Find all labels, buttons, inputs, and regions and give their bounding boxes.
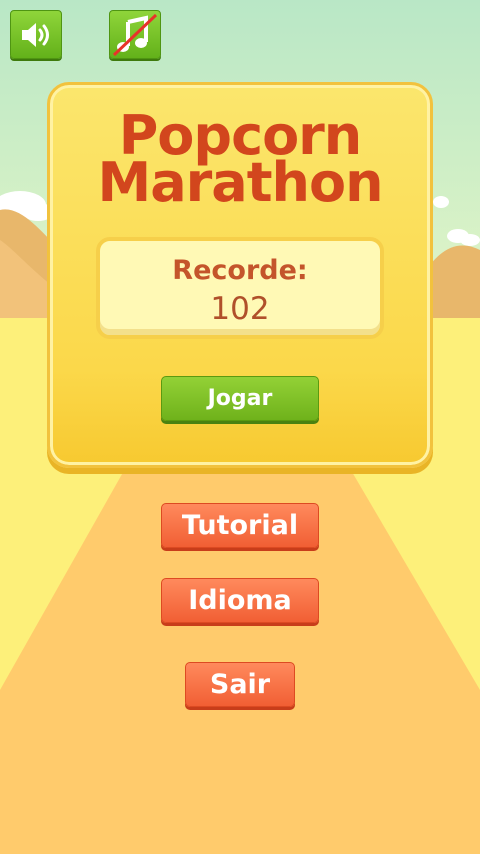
language-button[interactable]: Idioma	[161, 578, 319, 623]
high-score-label: Recorde:	[172, 255, 308, 286]
music-note-muted-icon	[112, 13, 158, 56]
exit-button[interactable]: Sair	[185, 662, 295, 707]
play-button[interactable]: Jogar	[161, 376, 319, 421]
high-score-box: Recorde: 102	[96, 237, 384, 339]
music-toggle-button[interactable]	[109, 10, 161, 59]
game-title-line2: Marathon	[97, 151, 383, 214]
high-score-value: 102	[210, 291, 270, 327]
tutorial-button[interactable]: Tutorial	[161, 503, 319, 548]
sound-toggle-button[interactable]	[10, 10, 62, 59]
speaker-icon	[22, 22, 49, 47]
